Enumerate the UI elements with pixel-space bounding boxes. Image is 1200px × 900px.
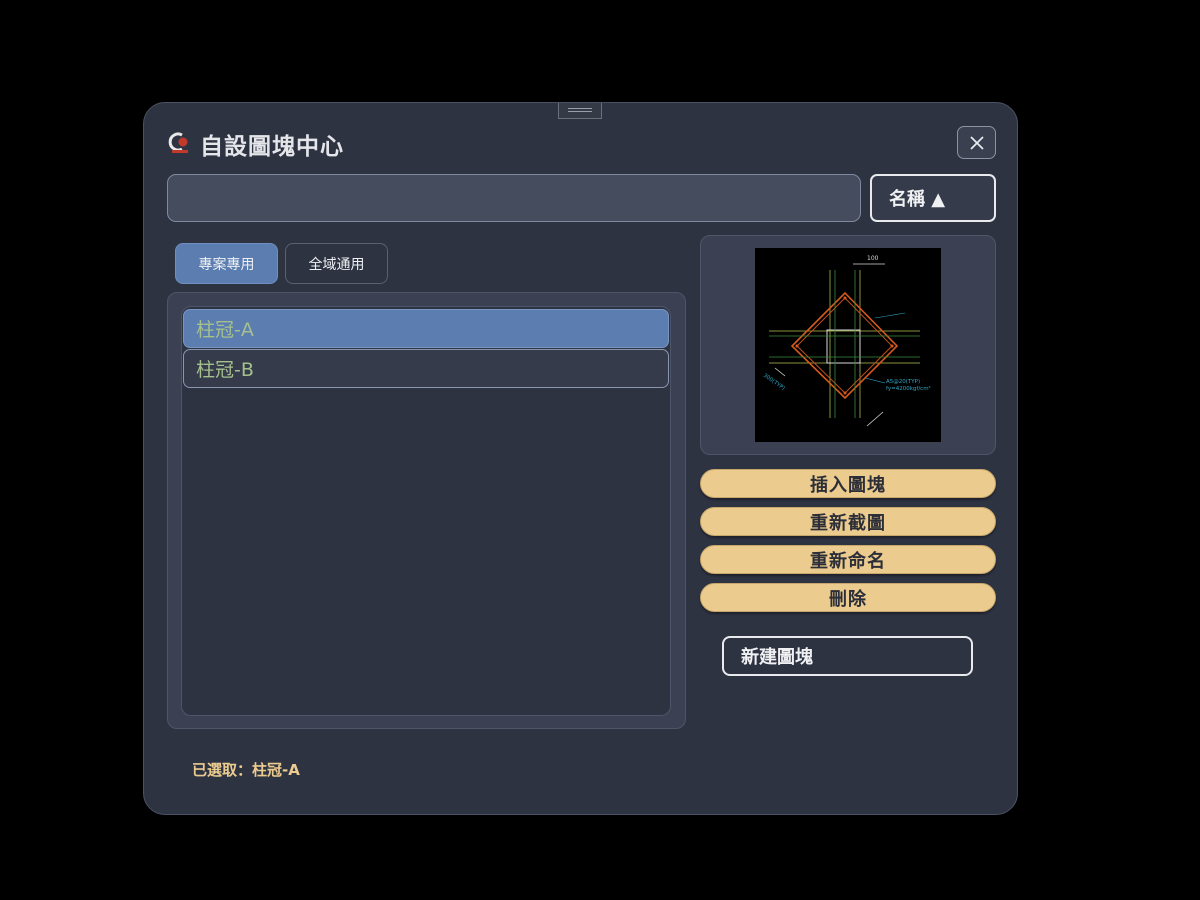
new-block-label: 新建圖塊 (741, 647, 813, 668)
block-center-dialog: 自設圖塊中心 名稱 ▲ 專案專用 全域通用 柱冠-A 柱冠-B 100 A5@2… (143, 102, 1018, 815)
dialog-title: 自設圖塊中心 (200, 134, 344, 160)
block-list[interactable]: 柱冠-A 柱冠-B (181, 306, 671, 716)
rename-label: 重新命名 (810, 550, 886, 572)
list-item[interactable]: 柱冠-A (183, 309, 669, 348)
recapture-button[interactable]: 重新截圖 (700, 507, 996, 536)
list-item[interactable]: 柱冠-B (183, 349, 669, 388)
delete-button[interactable]: 刪除 (700, 583, 996, 612)
tab-global-label: 全域通用 (308, 256, 365, 273)
preview-dim-label: 100 (867, 255, 879, 262)
tab-global[interactable]: 全域通用 (285, 243, 388, 284)
preview-panel: 100 A5@20(TYP) fy=4200kgf/cm² 300(TYP) (700, 235, 996, 455)
list-item-label: 柱冠-B (196, 359, 254, 381)
rename-button[interactable]: 重新命名 (700, 545, 996, 574)
tab-project-label: 專案專用 (198, 256, 255, 273)
preview-note-1: A5@20(TYP) (886, 379, 920, 385)
tab-project[interactable]: 專案專用 (175, 243, 278, 284)
block-preview-image: 100 A5@20(TYP) fy=4200kgf/cm² 300(TYP) (755, 248, 941, 442)
app-logo-icon (168, 132, 188, 153)
recapture-label: 重新截圖 (810, 512, 886, 534)
insert-block-button[interactable]: 插入圖塊 (700, 469, 996, 498)
sort-by-name-button[interactable]: 名稱 ▲ (870, 174, 996, 222)
close-icon (969, 135, 984, 150)
close-button[interactable] (957, 126, 996, 159)
drag-grip-handle[interactable] (558, 103, 602, 119)
delete-label: 刪除 (829, 588, 867, 610)
block-list-panel: 柱冠-A 柱冠-B (167, 292, 686, 729)
list-item-label: 柱冠-A (196, 319, 254, 341)
sort-button-label: 名稱 ▲ (889, 189, 946, 210)
search-input[interactable] (167, 174, 861, 222)
insert-block-label: 插入圖塊 (810, 474, 886, 496)
new-block-button[interactable]: 新建圖塊 (722, 636, 973, 676)
preview-note-2: fy=4200kgf/cm² (886, 385, 931, 392)
selection-status: 已選取：柱冠-A (192, 761, 300, 779)
